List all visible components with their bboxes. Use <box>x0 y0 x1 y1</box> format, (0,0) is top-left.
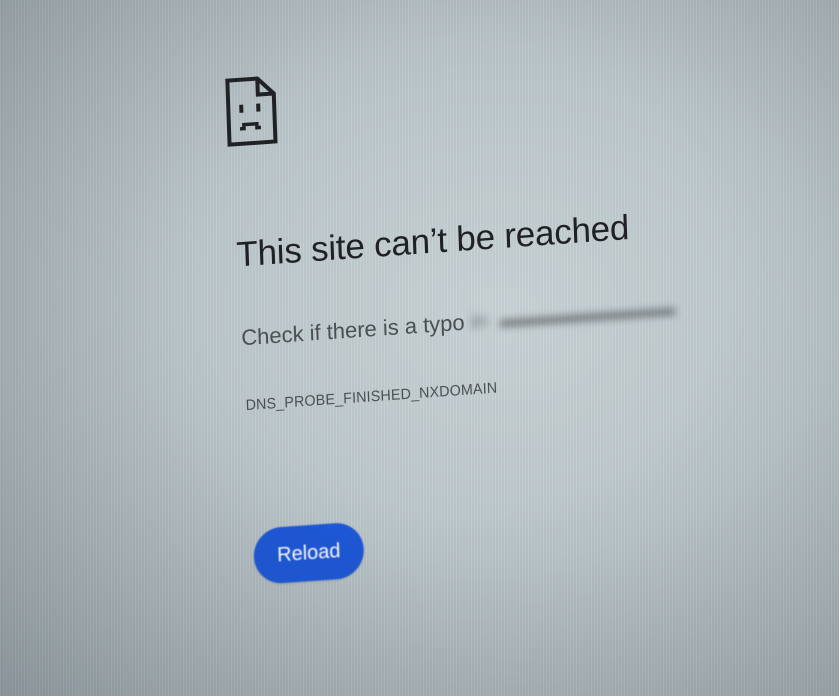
blurred-domain-mask: ▬▬▬▬▬▬▬▬ <box>499 294 676 333</box>
typo-hint: Check if there is a typo in ▬▬▬▬▬▬▬▬ <box>241 295 676 351</box>
sad-document-icon <box>225 76 278 147</box>
error-code: DNS_PROBE_FINISHED_NXDOMAIN <box>245 379 498 415</box>
reload-button[interactable]: Reload <box>252 521 365 585</box>
typo-hint-text: Check if there is a typo <box>240 309 465 351</box>
page-title: This site can’t be reached <box>235 207 630 275</box>
blurred-domain: in <box>470 307 495 335</box>
error-page: This site can’t be reached Check if ther… <box>0 0 839 696</box>
